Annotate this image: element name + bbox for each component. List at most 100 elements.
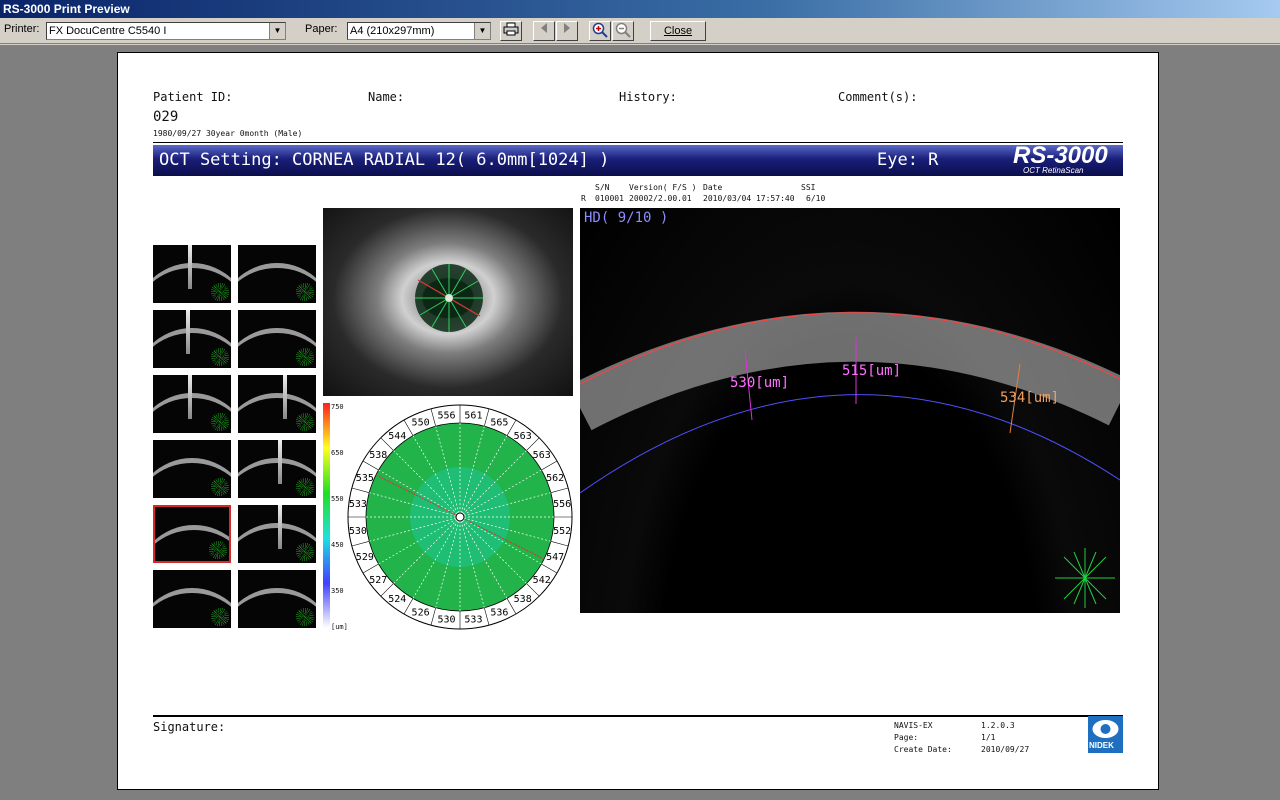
eye-value: R [581, 194, 586, 203]
radial-scan-icon [296, 543, 314, 561]
thickness-color-scale [323, 403, 330, 628]
chevron-down-icon[interactable]: ▼ [269, 23, 285, 39]
printer-value: FX DocuCentre C5540 I [49, 25, 167, 37]
radial-scan-icon [296, 478, 314, 496]
radial-scan-icon [211, 413, 229, 431]
page-value: 1/1 [981, 733, 996, 742]
patient-id-label: Patient ID: [153, 90, 233, 104]
scan-thumbnail[interactable] [153, 440, 231, 498]
thickness-value-label: 536 [490, 608, 508, 619]
signature-label: Signature: [153, 720, 226, 734]
scan-thumbnail[interactable] [238, 570, 316, 628]
cornea-scan [580, 311, 1120, 608]
scan-thumbnail[interactable] [153, 310, 231, 368]
scan-thumbnail[interactable] [238, 375, 316, 433]
thickness-value-label: 529 [356, 552, 374, 563]
radial-scan-icon [211, 348, 229, 366]
thickness-value-label: 556 [438, 410, 456, 421]
oct-setting: OCT Setting: CORNEA RADIAL 12( 6.0mm[102… [159, 150, 610, 170]
thickness-value-label: 542 [533, 575, 551, 586]
scale-tick: 350 [331, 587, 344, 595]
thickness-value-label: 565 [490, 417, 508, 428]
ssi-header: SSI [801, 183, 816, 192]
scan-thumbnail[interactable] [153, 375, 231, 433]
history-label: History: [619, 90, 677, 104]
thickness-value-label: 550 [412, 417, 430, 428]
thickness-value-label: 556 [553, 499, 571, 510]
thickness-value-label: 538 [514, 594, 532, 605]
thickness-value-label: 530 [349, 526, 367, 537]
nidek-text: NIDEK [1089, 741, 1114, 750]
thickness-measurement: 530[um] [730, 375, 790, 391]
scale-tick: 650 [331, 449, 344, 457]
thickness-value-label: 547 [546, 552, 564, 563]
scan-thumbnail-selected[interactable] [153, 505, 231, 563]
printer-icon [503, 22, 519, 36]
header-divider [153, 142, 1123, 143]
scan-thumbnail[interactable] [153, 570, 231, 628]
close-button[interactable]: Close [650, 21, 706, 41]
zoom-in-button[interactable] [589, 21, 611, 41]
scale-tick: 450 [331, 541, 344, 549]
thickness-measurement: 515[um] [842, 363, 902, 379]
print-button[interactable] [500, 21, 522, 41]
chevron-down-icon[interactable]: ▼ [474, 23, 490, 39]
toolbar: Printer: FX DocuCentre C5540 I ▼ Paper: … [0, 18, 1280, 44]
printer-select[interactable]: FX DocuCentre C5540 I ▼ [46, 22, 286, 40]
radial-scan-icon [296, 348, 314, 366]
radial-scan-icon [296, 283, 314, 301]
create-date-label: Create Date: [894, 745, 952, 754]
scan-thumbnail[interactable] [238, 440, 316, 498]
thickness-value-label: 552 [553, 526, 571, 537]
thickness-value-label: 527 [369, 575, 387, 586]
comments-label: Comment(s): [838, 90, 918, 104]
dob-line: 1980/09/27 30year 0month (Male) [153, 129, 303, 138]
zoom-out-button[interactable] [612, 21, 634, 41]
scan-thumbnail[interactable] [238, 310, 316, 368]
scan-thumbnail[interactable] [153, 245, 231, 303]
eye-image[interactable] [323, 208, 573, 396]
date-header: Date [703, 183, 723, 192]
next-page-icon [564, 23, 570, 33]
sn-value: 010001 [595, 194, 624, 203]
footer-divider [153, 715, 1123, 717]
thickness-value-label: 533 [464, 615, 482, 626]
oct-bscan-image[interactable]: HD( 9/10 ) 530[um] 515[um] 534[um] [580, 208, 1120, 613]
date-value: 2010/03/04 17:57:40 [703, 194, 795, 203]
thickness-value-label: 526 [412, 608, 430, 619]
thickness-map: 5615655635635625565525475425385365335305… [347, 404, 573, 630]
printer-label: Printer: [4, 23, 40, 35]
brand-subtitle: OCT RetinaScan [1023, 166, 1084, 175]
zoom-out-icon [615, 22, 631, 38]
report-page: Patient ID: Name: History: Comment(s): 0… [117, 52, 1159, 790]
create-date-value: 2010/09/27 [981, 745, 1030, 754]
thickness-value-label: 524 [388, 594, 406, 605]
ssi-value: 6/10 [806, 194, 826, 203]
radial-scan-icon [211, 283, 229, 301]
prev-page-icon [541, 23, 547, 33]
oct-banner: OCT Setting: CORNEA RADIAL 12( 6.0mm[102… [153, 142, 1123, 176]
thickness-value-label: 563 [514, 431, 532, 442]
prev-page-button[interactable] [533, 21, 555, 41]
scan-thumbnail[interactable] [238, 505, 316, 563]
thickness-measurement: 534[um] [1000, 390, 1060, 406]
scale-tick: 550 [331, 495, 344, 503]
sn-header: S/N [595, 183, 610, 192]
radial-scan-icon [211, 478, 229, 496]
thickness-value-label: 562 [546, 473, 564, 484]
thickness-value-label: 563 [533, 450, 551, 461]
zoom-in-icon [592, 22, 608, 38]
radial-scan-icon [209, 541, 227, 559]
next-page-button[interactable] [556, 21, 578, 41]
patient-id-value: 029 [153, 109, 179, 125]
software-label: NAVIS-EX [894, 721, 933, 730]
thickness-value-label: 544 [388, 431, 406, 442]
scale-tick: 750 [331, 403, 344, 411]
scan-thumbnail[interactable] [238, 245, 316, 303]
paper-select[interactable]: A4 (210x297mm) ▼ [347, 22, 491, 40]
page-label: Page: [894, 733, 919, 742]
eye-label: Eye: R [877, 150, 939, 170]
hd-label: HD( 9/10 ) [584, 210, 669, 226]
thickness-value-label: 533 [349, 499, 367, 510]
radial-scan-icon [296, 413, 314, 431]
